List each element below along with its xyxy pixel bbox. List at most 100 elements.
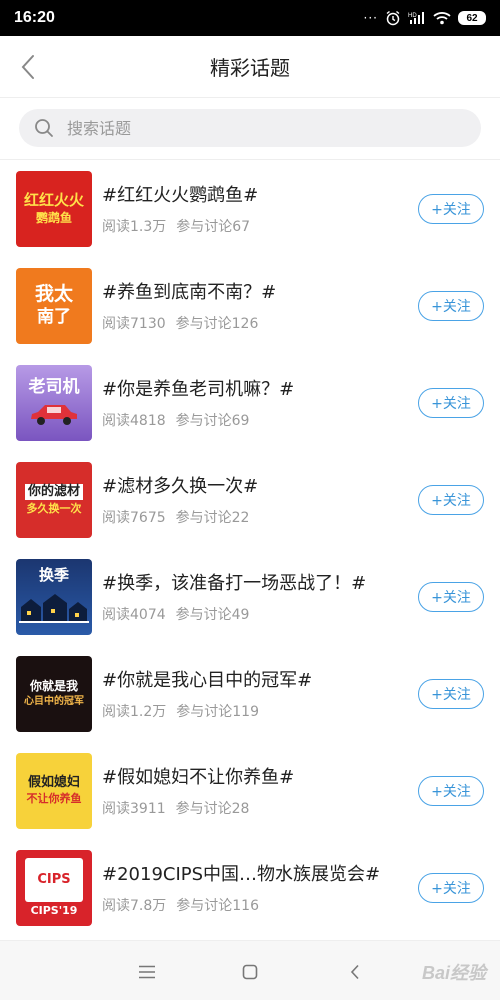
thumbnail-text: 老司机: [28, 377, 80, 398]
topic-thumbnail: 假如媳妇 不让你养鱼: [16, 752, 92, 829]
home-square-icon: [242, 964, 258, 980]
topic-title[interactable]: #滤材多久换一次#: [102, 472, 402, 498]
discussion-count: 参与讨论126: [175, 316, 259, 332]
topic-text: #你就是我心目中的冠军# 阅读1.2万 参与讨论119: [102, 666, 402, 721]
topic-title[interactable]: #换季，该准备打一场恶战了！#: [102, 569, 402, 595]
snowy-houses-icon: [19, 594, 89, 623]
topic-thumbnail: 你就是我 心目中的冠军: [16, 655, 92, 732]
thumbnail-subtext: 心目中的冠军: [24, 696, 84, 708]
topic-meta: 阅读4074 参与讨论49: [102, 604, 402, 624]
read-count: 阅读3911: [102, 801, 166, 817]
topic-text: #你是养鱼老司机嘛？# 阅读4818 参与讨论69: [102, 375, 402, 430]
discussion-count: 参与讨论116: [176, 898, 259, 914]
topic-thumbnail: 老司机: [16, 364, 92, 441]
chevron-left-icon: [21, 55, 34, 79]
discussion-count: 参与讨论28: [175, 801, 250, 817]
topic-row[interactable]: 换季 #换季，该准备打一场恶战了！# 阅读4074 参与讨论49 +关注: [0, 548, 500, 645]
status-bar: 16:20 ··· HD 62: [0, 0, 500, 36]
topic-row[interactable]: 你的滤材 多久换一次 #滤材多久换一次# 阅读7675 参与讨论22 +关注: [0, 451, 500, 548]
topic-meta: 阅读4818 参与讨论69: [102, 410, 402, 430]
follow-button[interactable]: +关注: [418, 388, 484, 418]
search-bar[interactable]: [19, 109, 481, 147]
follow-button[interactable]: +关注: [418, 776, 484, 806]
menu-button[interactable]: [136, 961, 158, 983]
topic-meta: 阅读3911 参与讨论28: [102, 798, 402, 818]
home-button[interactable]: [239, 961, 261, 983]
cips-logo-text: CIPS: [37, 871, 71, 887]
header: 精彩话题: [0, 36, 500, 98]
thumbnail-subtext: CIPS'19: [30, 903, 78, 917]
follow-button[interactable]: +关注: [418, 873, 484, 903]
battery-icon: 62: [458, 11, 486, 25]
topic-meta: 阅读7130 参与讨论126: [102, 313, 402, 333]
topic-row[interactable]: 老司机 #你是养鱼老司机嘛？# 阅读4818 参与讨论69 +关注: [0, 354, 500, 451]
topic-title[interactable]: #2019CIPS中国…物水族展览会#: [102, 860, 402, 886]
read-count: 阅读4818: [102, 413, 166, 429]
page-title: 精彩话题: [210, 56, 290, 80]
topic-row[interactable]: 我太 南了 #养鱼到底南不南？# 阅读7130 参与讨论126 +关注: [0, 257, 500, 354]
topic-row[interactable]: CIPS CIPS'19 #2019CIPS中国…物水族展览会# 阅读7.8万参…: [0, 839, 500, 936]
topic-title[interactable]: #你就是我心目中的冠军#: [102, 666, 402, 692]
topic-thumbnail: CIPS CIPS'19: [16, 849, 92, 926]
topic-meta: 阅读7675 参与讨论22: [102, 507, 402, 527]
thumbnail-text: 你的滤材: [24, 483, 83, 501]
topic-row[interactable]: 你就是我 心目中的冠军 #你就是我心目中的冠军# 阅读1.2万 参与讨论119 +…: [0, 645, 500, 742]
menu-icon: [139, 965, 155, 979]
topic-row[interactable]: 假如媳妇 不让你养鱼 #假如媳妇不让你养鱼# 阅读3911 参与讨论28 +关注: [0, 742, 500, 839]
follow-button[interactable]: +关注: [418, 582, 484, 612]
thumbnail-text: 你就是我: [29, 678, 78, 693]
search-input[interactable]: [67, 118, 447, 138]
system-nav-bar: Bai经验: [0, 940, 500, 1000]
search-icon: [33, 117, 55, 139]
topic-row[interactable]: 红红火火 鹦鹉鱼 #红红火火鹦鹉鱼# 阅读1.3万 参与讨论67 +关注: [0, 160, 500, 257]
topic-thumbnail: 红红火火 鹦鹉鱼: [16, 170, 92, 247]
thumbnail-text: 换季: [38, 565, 69, 584]
topic-meta: 阅读1.3万 参与讨论67: [102, 216, 402, 236]
topic-text: #假如媳妇不让你养鱼# 阅读3911 参与讨论28: [102, 763, 402, 818]
read-count: 阅读7130: [102, 316, 166, 332]
topic-meta: 阅读7.8万 参与讨论116: [102, 895, 402, 915]
follow-button[interactable]: +关注: [418, 194, 484, 224]
cellular-signal-icon: HD: [408, 11, 426, 25]
back-triangle-icon: [350, 964, 359, 980]
cips-logo: CIPS: [25, 857, 83, 902]
status-time: 16:20: [14, 9, 55, 26]
read-count: 阅读7.8万: [102, 898, 167, 914]
read-count: 阅读4074: [102, 607, 166, 623]
back-nav-button[interactable]: [344, 961, 366, 983]
topic-thumbnail: 换季: [16, 558, 92, 635]
follow-button[interactable]: +关注: [418, 679, 484, 709]
topic-title[interactable]: #假如媳妇不让你养鱼#: [102, 763, 402, 789]
thumbnail-subtext: 南了: [37, 307, 71, 328]
follow-button[interactable]: +关注: [418, 485, 484, 515]
topic-meta: 阅读1.2万 参与讨论119: [102, 701, 402, 721]
topic-text: #滤材多久换一次# 阅读7675 参与讨论22: [102, 472, 402, 527]
topic-thumbnail: 我太 南了: [16, 267, 92, 344]
discussion-count: 参与讨论49: [175, 607, 250, 623]
back-button[interactable]: [10, 49, 46, 85]
watermark: Bai经验: [421, 963, 486, 983]
topic-text: #换季，该准备打一场恶战了！# 阅读4074 参与讨论49: [102, 569, 402, 624]
discussion-count: 参与讨论119: [176, 704, 259, 720]
topic-title[interactable]: #养鱼到底南不南？#: [102, 278, 402, 304]
notification-dots-icon: ···: [363, 11, 378, 25]
topic-text: #养鱼到底南不南？# 阅读7130 参与讨论126: [102, 278, 402, 333]
search-section: [0, 98, 500, 160]
thumbnail-text: 红红火火: [23, 191, 84, 210]
follow-button[interactable]: +关注: [418, 291, 484, 321]
status-icons: ··· HD 62: [364, 10, 486, 26]
thumbnail-subtext: 不让你养鱼: [26, 792, 82, 806]
wifi-icon: [433, 11, 451, 25]
thumbnail-subtext: 鹦鹉鱼: [35, 210, 72, 225]
discussion-count: 参与讨论69: [175, 413, 250, 429]
topic-title[interactable]: #红红火火鹦鹉鱼#: [102, 181, 402, 207]
thumbnail-subtext: 多久换一次: [26, 502, 82, 516]
discussion-count: 参与讨论67: [176, 219, 251, 235]
topic-text: #2019CIPS中国…物水族展览会# 阅读7.8万 参与讨论116: [102, 860, 402, 915]
read-count: 阅读1.2万: [102, 704, 167, 720]
thumbnail-text: 假如媳妇: [27, 774, 80, 790]
alarm-icon: [385, 10, 401, 26]
topic-title[interactable]: #你是养鱼老司机嘛？#: [102, 375, 402, 401]
read-count: 阅读7675: [102, 510, 166, 526]
car-icon: [31, 404, 77, 425]
